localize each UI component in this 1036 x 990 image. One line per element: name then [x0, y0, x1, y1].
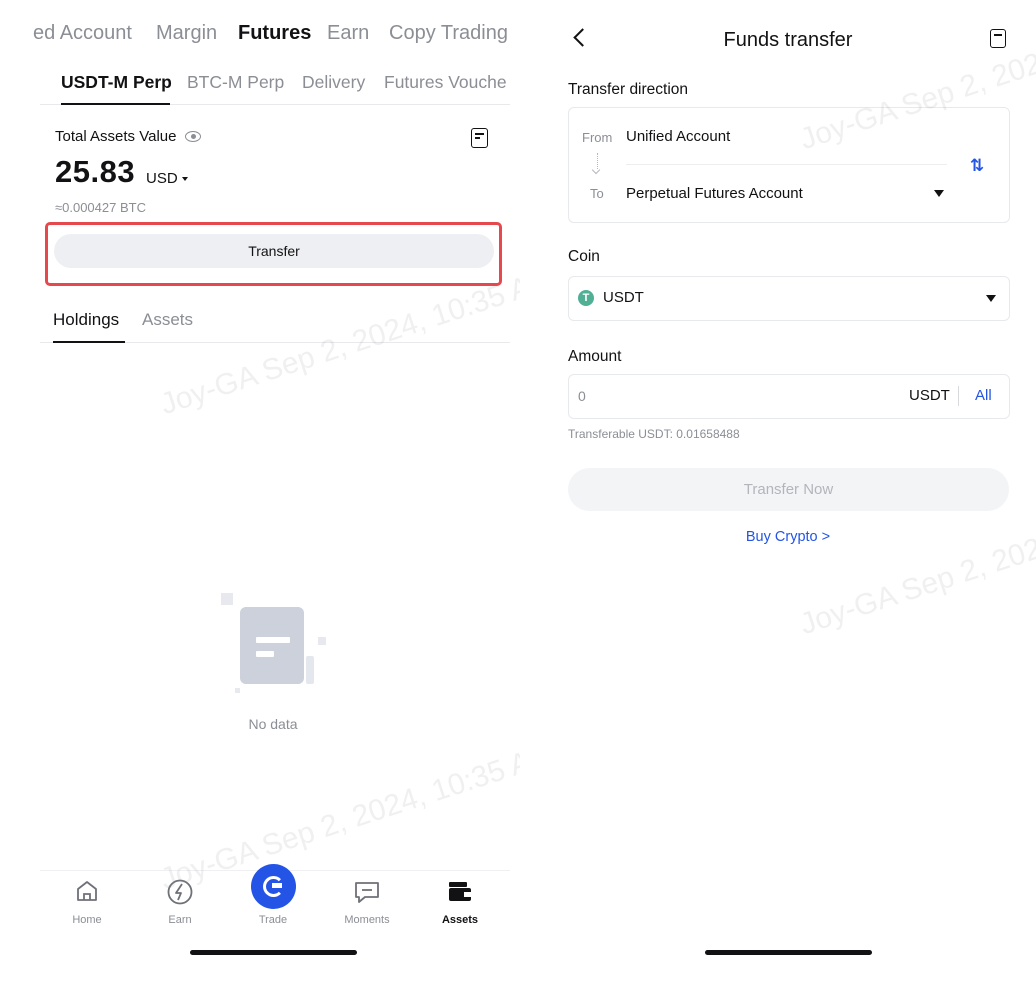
- sub-tab-active-indicator: [61, 103, 170, 105]
- all-button[interactable]: All: [975, 387, 992, 404]
- earn-icon: [167, 879, 193, 905]
- transfer-now-button[interactable]: Transfer Now: [568, 468, 1009, 511]
- record-icon[interactable]: [471, 128, 488, 148]
- holdings-active-indicator: [53, 341, 125, 343]
- empty-document-shadow: [306, 656, 314, 684]
- eye-icon[interactable]: [185, 131, 201, 142]
- nav-home[interactable]: [47, 878, 127, 909]
- account-type-tabs: ed Account Margin Futures Earn Copy Trad…: [0, 18, 510, 52]
- total-assets-value: 25.83: [55, 154, 136, 189]
- empty-state-text: No data: [248, 716, 298, 732]
- tab-holdings[interactable]: Holdings: [53, 310, 119, 330]
- transfer-direction-box: [568, 107, 1010, 223]
- nav-moments-label[interactable]: Moments: [327, 914, 407, 926]
- to-label: To: [590, 186, 604, 201]
- decor-square: [221, 593, 233, 605]
- tab-usdt-m-perp[interactable]: USDT-M Perp: [61, 72, 172, 93]
- tab-futures-voucher[interactable]: Futures Vouche: [384, 72, 507, 93]
- tab-unified-account[interactable]: ed Account: [33, 22, 132, 45]
- amount-unit: USDT: [909, 387, 950, 404]
- trade-icon[interactable]: [251, 864, 296, 909]
- from-label: From: [582, 130, 613, 145]
- nav-trade-label[interactable]: Trade: [233, 914, 313, 926]
- caret-down-icon[interactable]: [986, 295, 996, 302]
- caret-down-icon[interactable]: [934, 190, 944, 197]
- tab-earn[interactable]: Earn: [327, 22, 369, 45]
- home-icon: [77, 881, 97, 901]
- empty-document-icon: [240, 607, 304, 684]
- futures-sub-tabs: USDT-M Perp BTC-M Perp Delivery Futures …: [0, 70, 510, 100]
- amount-label: Amount: [568, 348, 622, 365]
- home-indicator: [705, 950, 872, 955]
- total-assets-label: Total Assets Value: [55, 128, 177, 145]
- moments-icon: [355, 882, 379, 903]
- decor-square: [235, 688, 240, 693]
- watermark: Joy-GA Sep 2, 202: [795, 531, 1036, 642]
- decor-square: [318, 637, 326, 645]
- tab-futures[interactable]: Futures: [238, 22, 311, 45]
- home-indicator: [190, 950, 357, 955]
- swap-icon[interactable]: ⇅: [970, 156, 984, 176]
- to-account-selector[interactable]: Perpetual Futures Account: [626, 185, 803, 202]
- btc-equivalent: ≈0.000427 BTC: [55, 200, 146, 215]
- currency-selector[interactable]: USD: [146, 170, 178, 187]
- nav-moments[interactable]: [327, 878, 407, 911]
- back-icon[interactable]: [573, 28, 592, 47]
- funds-transfer-screen: Funds transfer Transfer direction From U…: [520, 0, 1036, 990]
- wallet-icon: [449, 882, 471, 901]
- transferable-balance: Transferable USDT: 0.01658488: [568, 427, 740, 441]
- tab-margin[interactable]: Margin: [156, 22, 217, 45]
- buy-crypto-link[interactable]: Buy Crypto >: [670, 529, 906, 545]
- amount-separator: [958, 386, 959, 406]
- nav-home-label[interactable]: Home: [47, 914, 127, 926]
- transfer-button[interactable]: Transfer: [54, 234, 494, 268]
- coin-value[interactable]: USDT: [603, 289, 644, 306]
- nav-assets[interactable]: [420, 878, 500, 909]
- record-icon[interactable]: [990, 29, 1006, 48]
- tether-icon: T: [578, 290, 594, 306]
- assets-screen: ed Account Margin Futures Earn Copy Trad…: [0, 0, 520, 990]
- nav-earn[interactable]: [140, 878, 220, 911]
- page-title: Funds transfer: [723, 29, 853, 51]
- tab-copy-trading[interactable]: Copy Trading: [389, 22, 508, 45]
- tab-delivery[interactable]: Delivery: [302, 72, 365, 93]
- tab-btc-m-perp[interactable]: BTC-M Perp: [187, 72, 284, 93]
- nav-assets-label[interactable]: Assets: [420, 914, 500, 926]
- caret-down-icon[interactable]: [182, 177, 188, 181]
- transfer-direction-label: Transfer direction: [568, 81, 689, 98]
- direction-divider: [626, 164, 947, 165]
- tab-assets[interactable]: Assets: [142, 310, 193, 330]
- coin-label: Coin: [568, 248, 600, 265]
- from-account-selector[interactable]: Unified Account: [626, 128, 730, 145]
- nav-earn-label[interactable]: Earn: [140, 914, 220, 926]
- amount-input[interactable]: [578, 386, 838, 406]
